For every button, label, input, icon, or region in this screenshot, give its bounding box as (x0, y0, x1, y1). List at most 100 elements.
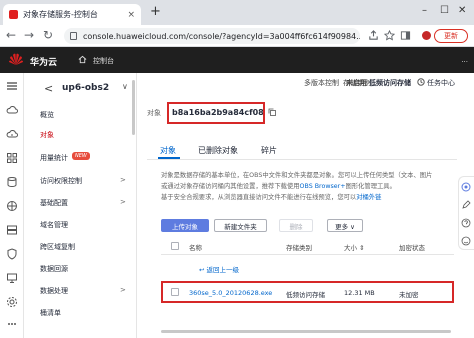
col-size[interactable]: 大小 ⇕ (344, 242, 365, 252)
info-line-1: 对象是数据存储的基本单位，在OBS中文件和文件夹都是对象。您可以上传任何类型（文… (161, 170, 457, 179)
network-icon[interactable] (6, 200, 18, 212)
nav-item-usage[interactable]: 用量统计 (40, 153, 68, 163)
col-name[interactable]: 名称 (189, 242, 202, 252)
objects-table-header: 名称 存储类别 大小 ⇕ 加密状态 (161, 238, 454, 255)
object-path-value: b8a16ba2b9a84cf087... (172, 108, 264, 117)
forward-button[interactable]: → (24, 28, 34, 43)
monitor-icon[interactable] (6, 272, 18, 284)
storage-class-value: 低频访问存储 (369, 79, 411, 87)
address-bar[interactable]: console.huaweicloud.com/console/?agencyI… (64, 28, 360, 44)
info-line-3-text: 基于安全合规要求，从浏览器直接访问文件不能进行在线预览，您可以 (161, 194, 357, 201)
cloud-storage-icon[interactable] (6, 128, 18, 140)
back-to-parent-link[interactable]: ↩ 返回上一级 (199, 264, 239, 274)
chevron-right-icon: > (120, 286, 126, 294)
cloud-icon[interactable] (6, 104, 18, 116)
nav-item-data-processing[interactable]: 数据处理 (40, 286, 68, 296)
task-center-link[interactable]: 任务中心 (427, 78, 455, 88)
back-button[interactable]: ← (6, 28, 16, 43)
reload-button[interactable]: ↻ (43, 28, 53, 43)
settings-icon[interactable] (6, 296, 18, 308)
file-storage-class: 低频访问存储 (286, 291, 325, 299)
nav-item-overview[interactable]: 概览 (40, 110, 54, 120)
browser-tab-title: 对象存储服务-控制台 (23, 10, 98, 19)
close-window-button[interactable]: ✕ (458, 5, 466, 16)
info-line-2-text: 或通过对象存储访问桶内其他设置，推荐下载使用 (161, 183, 300, 190)
tab-deleted-objects[interactable]: 已删除对象 (198, 145, 238, 156)
nav-item-cross-region[interactable]: 跨区域复制 (40, 242, 75, 252)
browser-tab[interactable]: 对象存储服务-控制台 × (3, 4, 141, 25)
bucket-link-link[interactable]: 对桶外链 (356, 194, 381, 201)
url-text: console.huaweicloud.com/console/?agencyI… (82, 31, 360, 41)
file-encryption: 未加密 (399, 291, 419, 299)
bucket-switch-chevron-icon[interactable]: ∨ (122, 82, 128, 91)
upload-object-button[interactable]: 上传对象 (161, 219, 209, 232)
new-tab-button[interactable]: + (150, 5, 161, 18)
update-browser-button[interactable]: 更新 (434, 29, 468, 43)
col-storage-class[interactable]: 存储类别 (286, 242, 312, 252)
new-folder-button[interactable]: 新建文件夹 (214, 219, 267, 232)
nav-item-back-to-source[interactable]: 数据回源 (40, 264, 68, 274)
menu-icon[interactable] (6, 80, 18, 92)
huawei-logo-icon[interactable] (8, 52, 24, 66)
info-line-2: 或通过对象存储访问桶内其他设置，推荐下载使用OBS Browser+图形化管理工… (161, 181, 457, 190)
chevron-right-icon: > (120, 198, 126, 206)
home-icon[interactable] (78, 55, 87, 64)
maximize-window-button[interactable]: ☐ (440, 5, 449, 16)
console-header: 华为云 控制台 ... (0, 47, 474, 73)
task-center-icon[interactable] (417, 78, 425, 86)
chevron-right-icon: > (120, 176, 126, 184)
security-icon[interactable] (6, 248, 18, 260)
obs-browser-link[interactable]: OBS Browser+ (300, 183, 346, 190)
grid-icon[interactable] (6, 152, 18, 164)
nav-item-access-control[interactable]: 访问权限控制 (40, 176, 82, 186)
info-line-1-text: 对象是数据存储的基本单位，在OBS中文件和文件夹都是对象。您可以上传任何类型（文… (161, 172, 433, 179)
delete-button[interactable]: 删除 (279, 219, 313, 232)
active-tab-indicator (158, 157, 180, 159)
feedback-icon[interactable] (461, 236, 471, 246)
more-actions-button[interactable]: 更多 ∨ (327, 219, 363, 232)
versioning-label: 多版本控制 (304, 79, 339, 87)
table-row: 360se_5.0_20120628.exe 低频访问存储 12.31 MB 未… (161, 281, 454, 303)
share-icon[interactable] (368, 30, 379, 41)
row-checkbox[interactable] (171, 288, 179, 296)
nav-item-domain[interactable]: 域名管理 (40, 220, 68, 230)
nav-scrollbar[interactable] (132, 80, 135, 135)
support-icon[interactable] (461, 182, 471, 192)
close-tab-icon[interactable]: × (127, 10, 135, 20)
nav-item-basic-config[interactable]: 基础配置 (40, 198, 68, 208)
minimize-window-button[interactable]: – (422, 5, 427, 16)
new-badge: NEW (72, 152, 90, 160)
brand-name: 华为云 (30, 58, 58, 68)
col-encryption[interactable]: 加密状态 (399, 242, 425, 252)
console-link[interactable]: 控制台 (93, 56, 114, 66)
back-to-buckets-button[interactable]: < (44, 82, 53, 95)
help-icon[interactable] (461, 218, 471, 228)
profile-avatar[interactable] (422, 31, 431, 40)
huawei-favicon-icon (9, 10, 18, 19)
select-all-checkbox[interactable] (171, 242, 179, 250)
star-icon[interactable] (384, 30, 395, 41)
sidebar-panel-icon[interactable] (400, 30, 411, 41)
object-path-highlight: b8a16ba2b9a84cf087... (167, 102, 265, 124)
nav-item-inventory[interactable]: 桶清单 (40, 308, 61, 318)
nav-item-objects[interactable]: 对象 (40, 130, 54, 140)
browser-toolbar: ← → ↻ console.huaweicloud.com/console/?a… (0, 25, 474, 47)
more-services-icon[interactable] (6, 318, 18, 330)
info-line-2-tail: 图形化管理工具。 (345, 183, 396, 190)
database-icon[interactable] (6, 176, 18, 188)
copy-icon[interactable] (268, 108, 276, 116)
parent-folder-row: ↩ 返回上一级 (161, 260, 454, 276)
horizontal-scrollbar[interactable] (161, 330, 451, 333)
server-icon[interactable] (6, 224, 18, 236)
file-size: 12.31 MB (344, 289, 375, 297)
file-name-link[interactable]: 360se_5.0_20120628.exe (189, 289, 272, 297)
lock-icon (70, 32, 77, 40)
tab-objects[interactable]: 对象 (160, 145, 176, 156)
header-more[interactable]: ... (461, 56, 468, 64)
browser-tab-strip: 对象存储服务-控制台 × + – ☐ ✕ (0, 0, 474, 25)
tabs-divider (147, 159, 457, 160)
tab-fragments[interactable]: 碎片 (261, 145, 277, 156)
bucket-name: up6-obs2 (62, 83, 110, 93)
edit-icon[interactable] (461, 200, 471, 210)
object-path-label: 对象 (147, 109, 161, 117)
